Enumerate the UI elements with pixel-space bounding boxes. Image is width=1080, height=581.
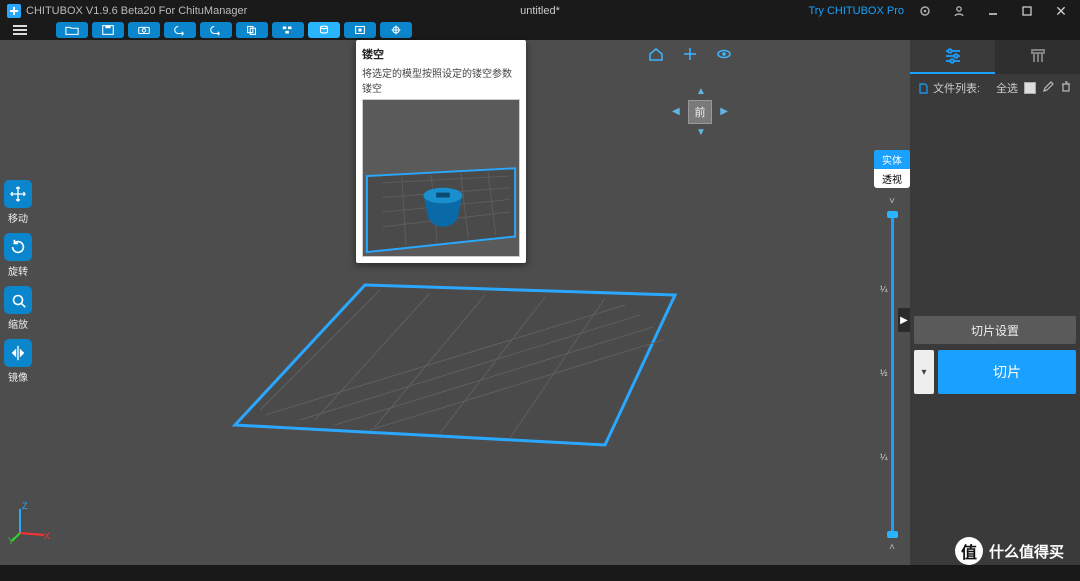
slider-up-chevron-icon[interactable]: ˅ bbox=[889, 196, 895, 207]
visibility-icon[interactable] bbox=[716, 46, 732, 67]
menu-button[interactable] bbox=[6, 22, 34, 38]
axis-indicator: Z X Y bbox=[8, 501, 52, 545]
edit-icon[interactable] bbox=[1042, 81, 1054, 96]
viewcube-right-arrow[interactable]: ▶ bbox=[720, 106, 728, 117]
slider-tick-2: ½ bbox=[880, 368, 888, 378]
axis-x-label: X bbox=[44, 531, 50, 541]
app-name: CHITUBOX V1.9.6 Beta20 For ChituManager bbox=[26, 5, 247, 17]
status-bar bbox=[0, 565, 1080, 581]
home-view-icon[interactable] bbox=[648, 46, 664, 67]
slice-settings-label: 切片设置 bbox=[971, 322, 1019, 339]
watermark-text: 什么值得买 bbox=[989, 541, 1064, 562]
user-icon[interactable] bbox=[946, 2, 972, 20]
mirror-tool-label: 镜像 bbox=[8, 369, 28, 384]
select-all-checkbox[interactable] bbox=[1024, 82, 1036, 94]
hollow-tooltip: 镂空 将选定的模型按照设定的镂空参数镂空 bbox=[356, 40, 526, 263]
file-list[interactable] bbox=[910, 102, 1080, 312]
toolbar-repair-button[interactable] bbox=[380, 22, 412, 38]
layer-slider-column: 实体 透视 ˅ ¼ ½ ¼ ˄ bbox=[880, 150, 904, 555]
document-title: untitled* bbox=[520, 5, 560, 17]
viewcube-left-arrow[interactable]: ◀ bbox=[672, 106, 680, 117]
slice-button-label: 切片 bbox=[993, 362, 1021, 382]
layer-slider[interactable]: ¼ ½ ¼ bbox=[891, 213, 894, 536]
panel-tabs bbox=[910, 40, 1080, 74]
toolbar-save-button[interactable] bbox=[92, 22, 124, 38]
select-all-label: 全选 bbox=[996, 80, 1018, 96]
slice-button[interactable]: 切片 bbox=[938, 350, 1076, 394]
viewcube-face-front[interactable]: 前 bbox=[688, 100, 712, 124]
toolbar-undo-button[interactable] bbox=[164, 22, 196, 38]
tooltip-preview bbox=[362, 99, 520, 257]
toolbar-autolayout-button[interactable] bbox=[272, 22, 304, 38]
mirror-icon bbox=[4, 339, 32, 367]
toolbar-open-button[interactable] bbox=[56, 22, 88, 38]
slider-down-chevron-icon[interactable]: ˄ bbox=[889, 542, 895, 553]
tooltip-title: 镂空 bbox=[362, 46, 520, 62]
toolbar-screenshot-button[interactable] bbox=[128, 22, 160, 38]
tab-settings[interactable] bbox=[910, 40, 995, 74]
minimize-button[interactable] bbox=[980, 2, 1006, 20]
shading-solid[interactable]: 实体 bbox=[874, 150, 910, 169]
rotate-icon bbox=[4, 233, 32, 261]
settings-icon[interactable] bbox=[912, 2, 938, 20]
viewcube-down-arrow[interactable]: ▼ bbox=[696, 127, 706, 138]
toolbar-redo-button[interactable] bbox=[200, 22, 232, 38]
scale-icon bbox=[4, 286, 32, 314]
axis-z-label: Z bbox=[22, 501, 28, 511]
title-bar: CHITUBOX V1.9.6 Beta20 For ChituManager … bbox=[0, 0, 1080, 22]
tab-supports[interactable] bbox=[995, 40, 1080, 74]
file-list-header: 文件列表: 全选 bbox=[910, 74, 1080, 102]
watermark: 值 什么值得买 bbox=[955, 537, 1064, 565]
delete-icon[interactable] bbox=[1060, 81, 1072, 96]
toolbar-hollow-button[interactable] bbox=[308, 22, 340, 38]
main-toolbar bbox=[0, 22, 1080, 40]
slider-tick-3: ¼ bbox=[880, 452, 888, 462]
panel-collapse-button[interactable]: ▶ bbox=[898, 308, 910, 332]
rotate-tool[interactable]: 旋转 bbox=[4, 233, 32, 278]
scale-tool-label: 缩放 bbox=[8, 316, 28, 331]
slider-tick-1: ¼ bbox=[880, 284, 888, 294]
move-tool-label: 移动 bbox=[8, 210, 28, 225]
rotate-tool-label: 旋转 bbox=[8, 263, 28, 278]
maximize-button[interactable] bbox=[1014, 2, 1040, 20]
viewcube-up-arrow[interactable]: ▲ bbox=[696, 86, 706, 97]
shading-perspective[interactable]: 透视 bbox=[874, 169, 910, 188]
slice-settings-button[interactable]: 切片设置 bbox=[914, 316, 1076, 344]
toolbar-copy-button[interactable] bbox=[236, 22, 268, 38]
slice-profile-dropdown[interactable]: ▾ bbox=[914, 350, 934, 394]
transform-toolbar: 移动 旋转 缩放 镜像 bbox=[4, 180, 32, 384]
scale-tool[interactable]: 缩放 bbox=[4, 286, 32, 331]
main-area: 移动 旋转 缩放 镜像 Z X Y 镂空 bbox=[0, 40, 1080, 565]
close-button[interactable]: ✕ bbox=[1048, 2, 1074, 20]
shading-toggle: 实体 透视 bbox=[874, 150, 910, 188]
mirror-tool[interactable]: 镜像 bbox=[4, 339, 32, 384]
slice-row: ▾ 切片 bbox=[914, 350, 1076, 394]
slider-handle-bottom[interactable] bbox=[887, 531, 898, 538]
pan-view-icon[interactable] bbox=[682, 46, 698, 67]
view-gizmos bbox=[648, 46, 732, 67]
slider-handle-top[interactable] bbox=[887, 211, 898, 218]
app-logo-icon bbox=[6, 3, 22, 19]
support-icon bbox=[1028, 47, 1048, 65]
move-tool[interactable]: 移动 bbox=[4, 180, 32, 225]
side-panel: ▶ 文件列表: 全选 切片设置 ▾ bbox=[910, 40, 1080, 565]
watermark-badge: 值 bbox=[955, 537, 983, 565]
toolbar-dighole-button[interactable] bbox=[344, 22, 376, 38]
tooltip-description: 将选定的模型按照设定的镂空参数镂空 bbox=[362, 65, 520, 95]
file-icon bbox=[918, 83, 929, 94]
axis-y-label: Y bbox=[8, 536, 14, 545]
sliders-icon bbox=[943, 47, 963, 65]
viewport-3d[interactable]: 移动 旋转 缩放 镜像 Z X Y 镂空 bbox=[0, 40, 910, 565]
try-pro-link[interactable]: Try CHITUBOX Pro bbox=[808, 5, 904, 17]
move-icon bbox=[4, 180, 32, 208]
file-list-label: 文件列表: bbox=[933, 80, 980, 96]
view-cube[interactable]: ▲ ▼ ◀ ▶ 前 bbox=[676, 86, 724, 134]
